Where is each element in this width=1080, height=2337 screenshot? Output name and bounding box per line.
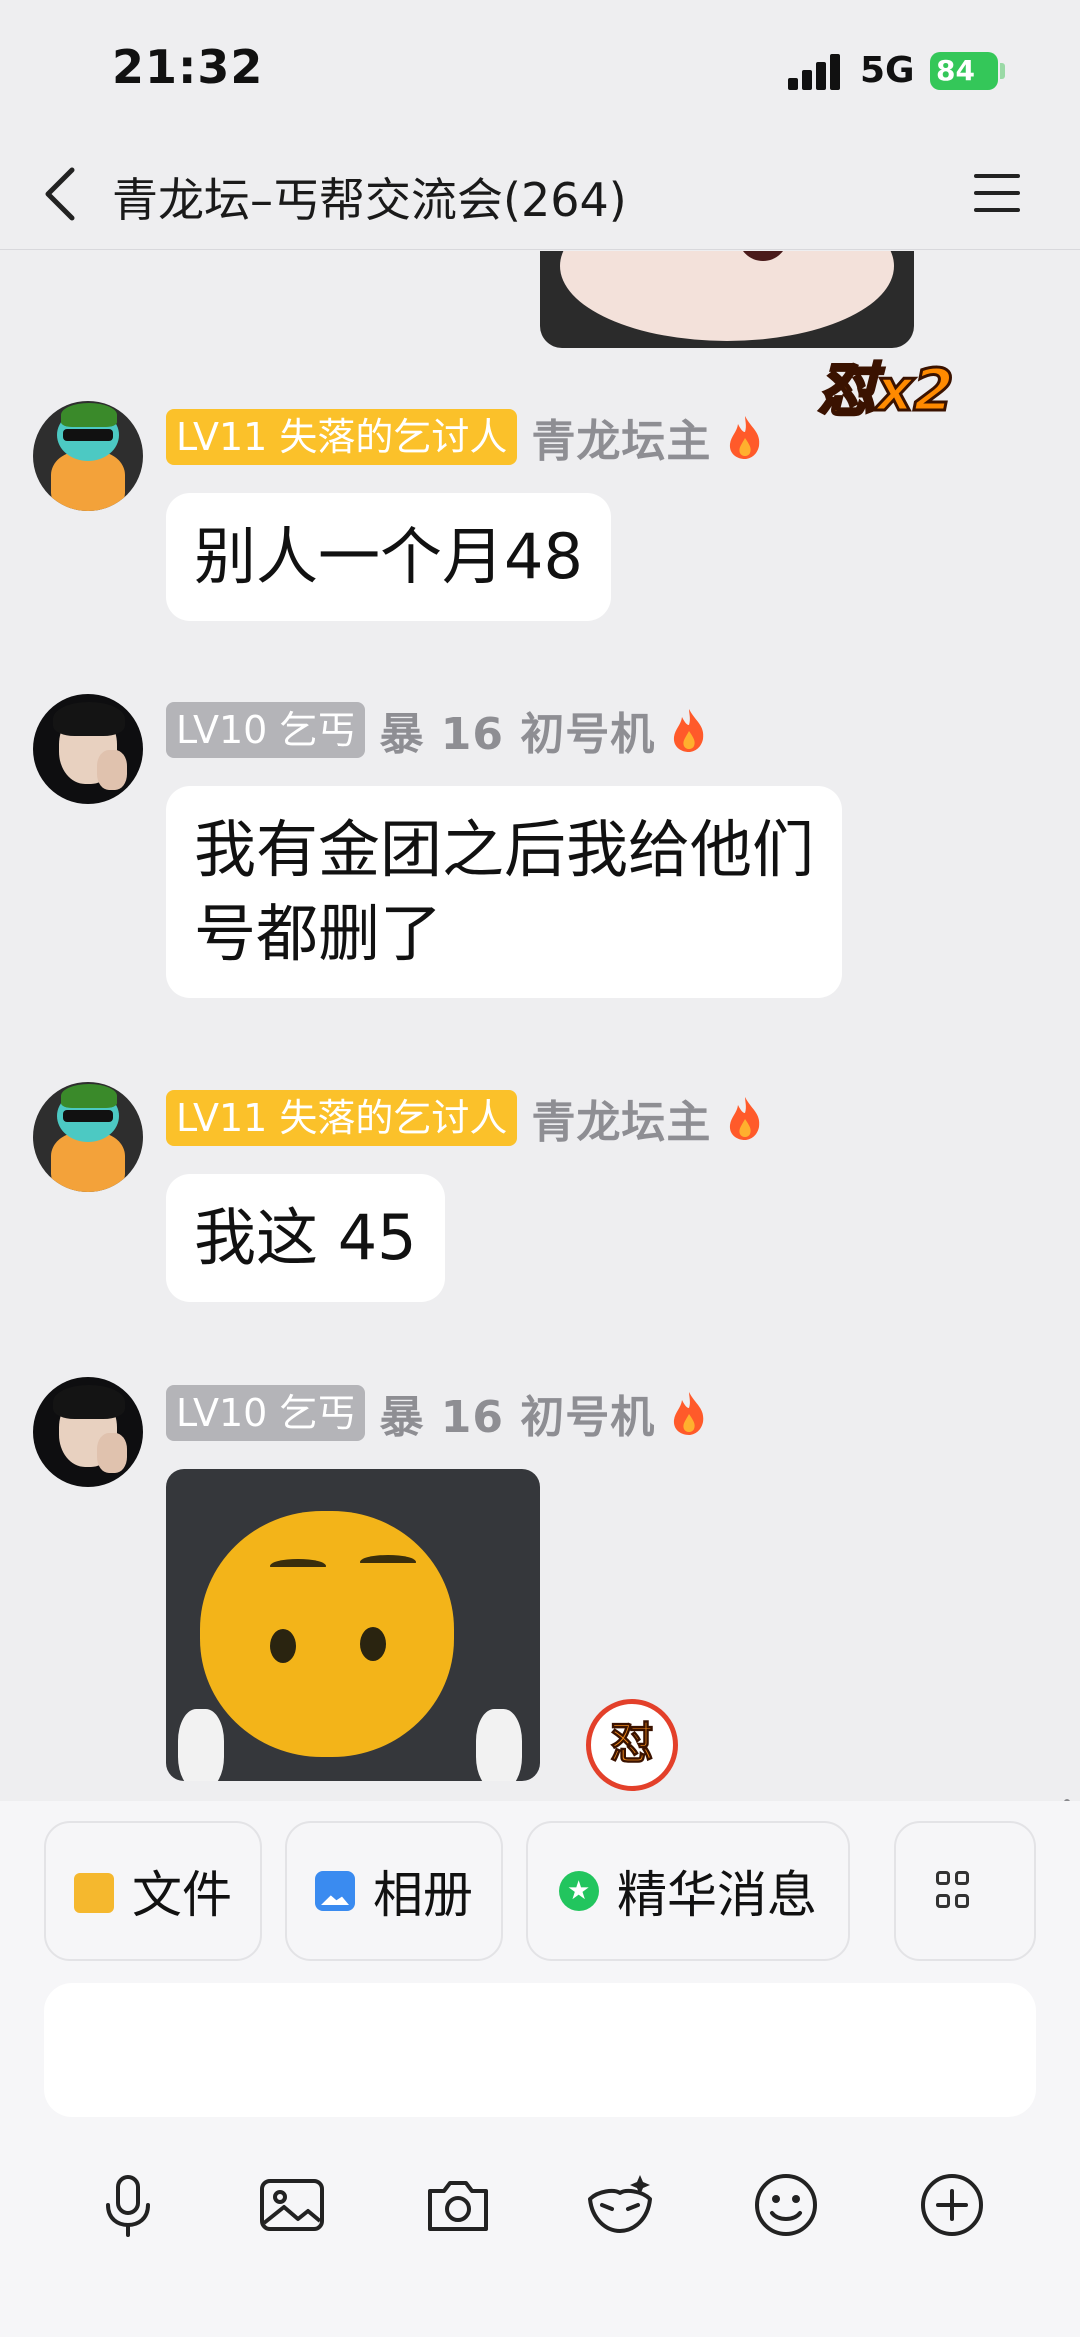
message-meta: LV10 乞丐 暴 16 初号机 <box>166 702 709 760</box>
avatar[interactable] <box>33 1082 143 1192</box>
mask-button[interactable] <box>584 2169 656 2241</box>
chat-area[interactable]: 怼x2 LV11 失落的乞讨人 青龙坛主 别人一个月48 LV10 乞丐 暴 1… <box>0 251 1080 1801</box>
more-button[interactable] <box>916 2169 988 2241</box>
level-badge: LV11 失落的乞讨人 <box>166 409 518 465</box>
menu-icon <box>974 174 1020 178</box>
message-bubble[interactable]: 我有金团之后我给他们 号都删了 <box>166 786 843 998</box>
image-message[interactable] <box>540 251 914 348</box>
sender-name[interactable]: 青龙坛主 <box>531 405 711 469</box>
sender-name[interactable]: 暴 16 初号机 <box>379 1381 655 1445</box>
message-bubble[interactable]: 我这 45 <box>166 1174 445 1302</box>
battery-level: 84 <box>936 54 975 87</box>
folder-icon <box>74 1873 114 1913</box>
photo-icon <box>315 1871 355 1911</box>
message-meta: LV10 乞丐 暴 16 初号机 <box>166 1385 709 1443</box>
image-icon <box>260 2179 324 2231</box>
featured-label: 精华消息 <box>617 1866 817 1924</box>
reaction-badge[interactable]: 怼 <box>586 1699 678 1791</box>
message-bubble[interactable]: 别人一个月48 <box>166 493 611 621</box>
plus-icon <box>921 2174 983 2236</box>
voice-button[interactable] <box>92 2169 164 2241</box>
nav-bar: 青龙坛–丐帮交流会(264) <box>0 140 1080 250</box>
album-label: 相册 <box>373 1866 473 1924</box>
level-badge: LV10 乞丐 <box>166 1385 366 1441</box>
status-time: 21:32 <box>112 40 264 94</box>
file-button[interactable]: 文件 <box>44 1821 262 1961</box>
gallery-button[interactable] <box>256 2169 328 2241</box>
sender-name[interactable]: 暴 16 初号机 <box>379 698 655 762</box>
menu-button[interactable] <box>970 170 1024 216</box>
flame-icon <box>669 1390 709 1436</box>
message-line: 号都删了 <box>194 897 443 970</box>
level-badge: LV10 乞丐 <box>166 702 366 758</box>
camera-icon <box>428 2181 488 2231</box>
featured-messages-button[interactable]: 精华消息 <box>526 1821 850 1961</box>
emoji-button[interactable] <box>750 2169 822 2241</box>
chevron-left-icon <box>45 167 75 221</box>
more-apps-button[interactable] <box>894 1821 1036 1961</box>
message-input[interactable] <box>44 1983 1036 2117</box>
flame-icon <box>725 1095 765 1141</box>
avatar[interactable] <box>33 401 143 511</box>
emoji-icon <box>755 2174 817 2236</box>
grid-icon <box>936 1871 976 1911</box>
network-type: 5G <box>860 50 915 91</box>
battery-cap <box>1000 63 1005 79</box>
page-title[interactable]: 青龙坛–丐帮交流会(264) <box>112 164 627 230</box>
flame-icon <box>725 414 765 460</box>
star-icon <box>559 1871 599 1911</box>
mask-icon <box>588 2175 652 2233</box>
message-meta: LV11 失落的乞讨人 青龙坛主 <box>166 1090 765 1148</box>
album-button[interactable]: 相册 <box>285 1821 503 1961</box>
flame-icon <box>669 707 709 753</box>
message-meta: LV11 失落的乞讨人 青龙坛主 <box>166 409 765 467</box>
signal-icon <box>788 54 846 90</box>
microphone-icon <box>106 2175 150 2237</box>
status-bar: 21:32 5G 84 <box>0 0 1080 140</box>
input-panel: 文件 相册 精华消息 <box>0 1801 1080 2337</box>
avatar[interactable] <box>33 1377 143 1487</box>
sender-name[interactable]: 青龙坛主 <box>531 1086 711 1150</box>
battery-icon: 84 <box>930 52 998 90</box>
camera-button[interactable] <box>422 2169 494 2241</box>
level-badge: LV11 失落的乞讨人 <box>166 1090 518 1146</box>
message-line: 我有金团之后我给他们 <box>194 813 815 886</box>
back-button[interactable] <box>36 158 96 228</box>
file-label: 文件 <box>132 1866 232 1924</box>
doll-image <box>560 251 894 341</box>
sticker-message[interactable] <box>166 1469 540 1781</box>
reaction-badge[interactable]: 怼x2 <box>817 343 956 427</box>
emoji-sticker <box>200 1511 454 1757</box>
avatar[interactable] <box>33 694 143 804</box>
